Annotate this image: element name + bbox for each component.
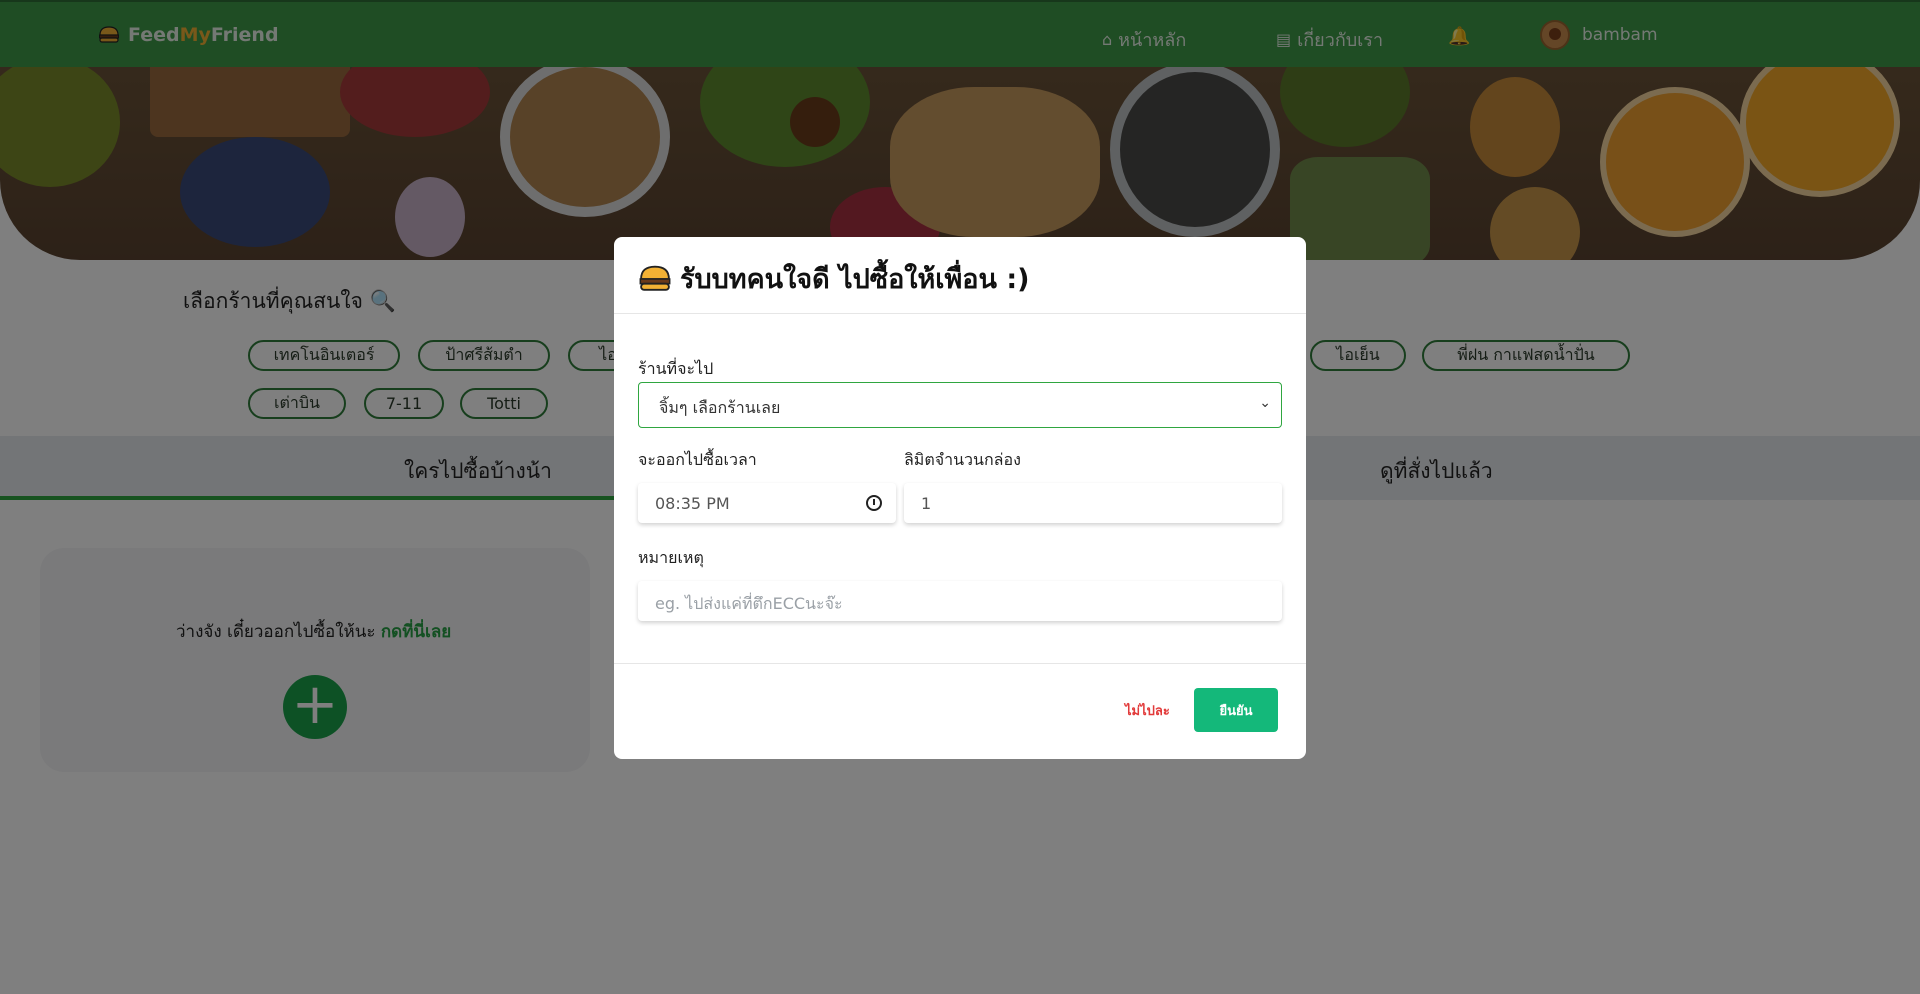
note-input[interactable]: eg. ไปส่งแค่ที่ตึกECCนะจ๊ะ — [638, 581, 1282, 621]
time-label: จะออกไปซื้อเวลา — [638, 450, 757, 469]
modal-title-text: รับบทคนใจดี ไปซื้อให้เพื่อน :) — [680, 264, 1030, 295]
modal-header: รับบทคนใจดี ไปซื้อให้เพื่อน :) — [614, 237, 1306, 314]
confirm-button[interactable]: ยืนยัน — [1194, 688, 1278, 732]
shop-select[interactable]: จิ้มๆ เลือกร้านเลย ⌄ — [638, 382, 1282, 428]
clock-icon[interactable] — [866, 495, 882, 511]
time-input[interactable]: 08:35 PM — [638, 483, 896, 523]
chevron-down-icon: ⌄ — [1259, 395, 1271, 411]
modal-footer-divider — [614, 663, 1306, 664]
cancel-button[interactable]: ไม่ไปละ — [1125, 700, 1170, 721]
shop-label: ร้านที่จะไป — [638, 359, 714, 378]
note-label: หมายเหตุ — [638, 548, 704, 567]
limit-input[interactable]: 1 — [904, 483, 1282, 523]
time-value: 08:35 PM — [655, 494, 730, 513]
burger-icon — [639, 265, 671, 291]
note-placeholder: eg. ไปส่งแค่ที่ตึกECCนะจ๊ะ — [655, 594, 843, 613]
limit-label: ลิมิตจำนวนกล่อง — [904, 450, 1021, 469]
shop-select-value: จิ้มๆ เลือกร้านเลย — [659, 398, 781, 417]
create-offer-modal: รับบทคนใจดี ไปซื้อให้เพื่อน :) ร้านที่จะ… — [614, 237, 1306, 759]
modal-title: รับบทคนใจดี ไปซื้อให้เพื่อน :) — [638, 257, 1030, 300]
limit-value: 1 — [921, 494, 932, 513]
